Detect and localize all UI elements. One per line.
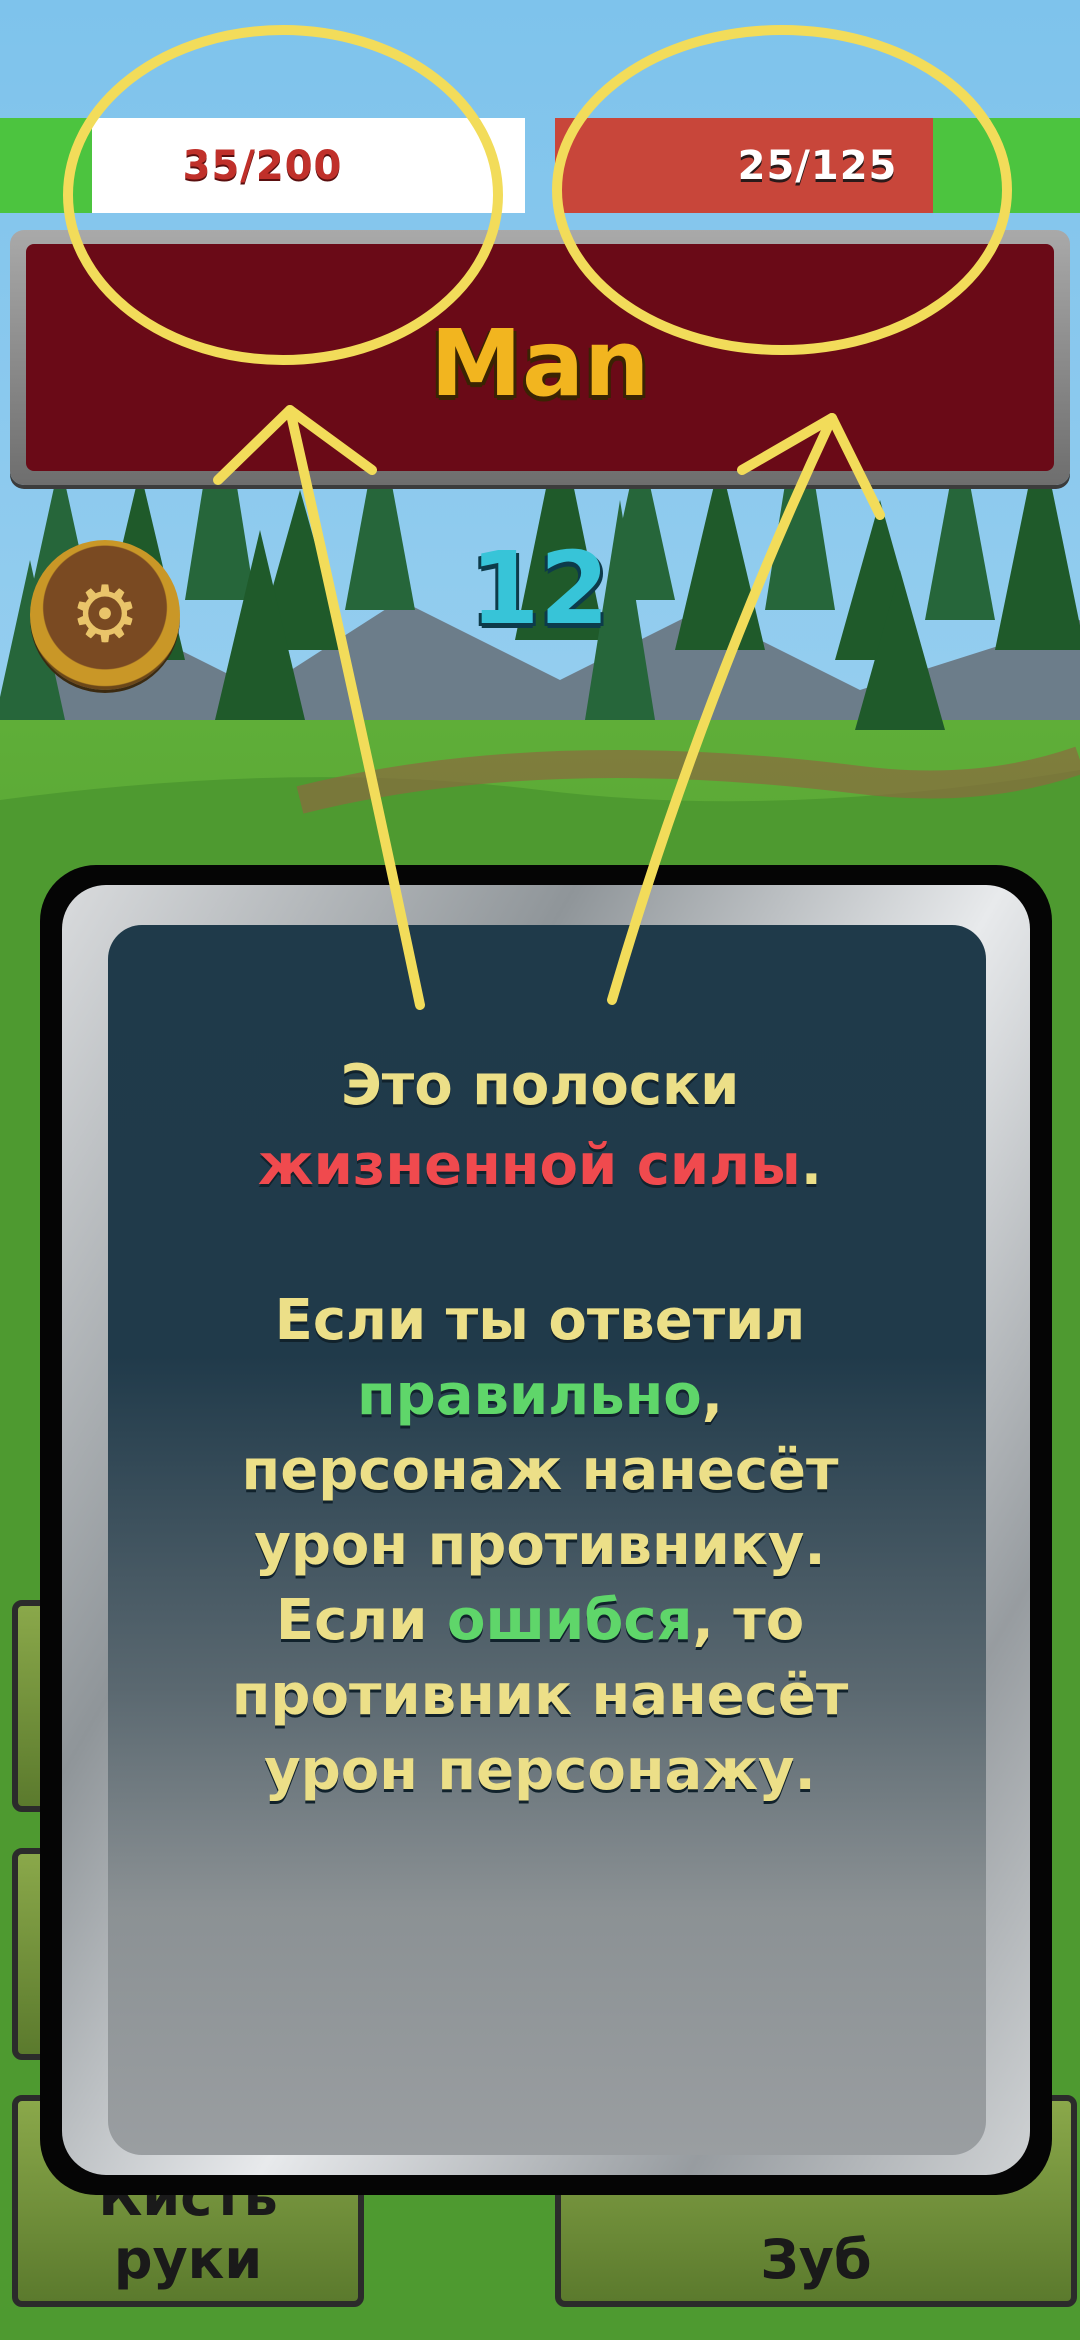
highlight-ellipse-player-hp	[63, 25, 503, 365]
arrow-to-player-hp	[285, 405, 425, 1010]
arrow-to-enemy-hp	[607, 413, 837, 1005]
tutorial-annotations	[63, 25, 1012, 1010]
highlight-ellipse-enemy-hp	[552, 25, 1012, 355]
